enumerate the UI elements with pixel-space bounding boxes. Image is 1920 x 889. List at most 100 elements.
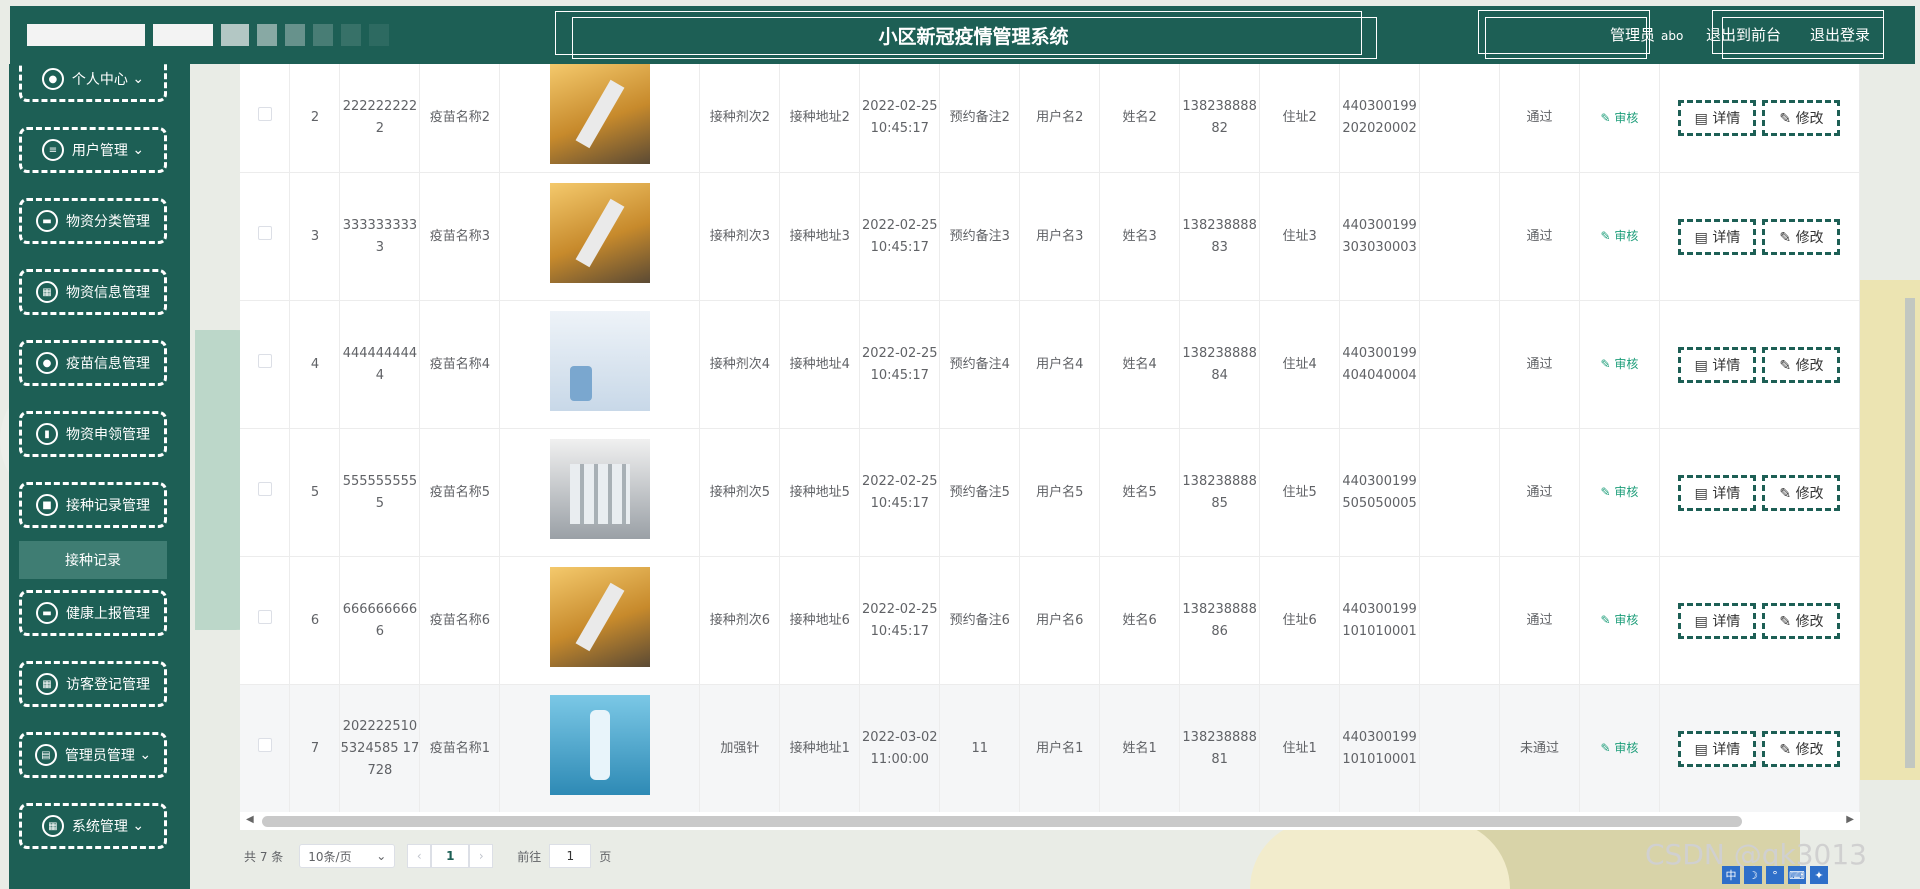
real-name: 姓名6 [1099, 556, 1181, 685]
empty-cell [1419, 64, 1501, 173]
sidebar-item-health-report[interactable]: ▬ 健康上报管理 [19, 590, 167, 636]
document-icon: ▤ [1694, 357, 1708, 374]
goto-prefix: 前往 [517, 849, 542, 864]
row-checkbox[interactable] [257, 737, 272, 752]
edit-button[interactable]: ✎ 修改 [1762, 100, 1841, 136]
table-row: 7 2022225105324585 17728 疫苗名称1 加强针 接种地址1… [240, 684, 1861, 813]
edit-button[interactable]: ✎ 修改 [1762, 218, 1841, 255]
user-info: 管理员 abo [1610, 24, 1683, 45]
chat-icon: ▬ [36, 602, 58, 624]
horizontal-scrollbar[interactable]: ◀ ▶ [240, 812, 1860, 830]
detail-button[interactable]: ▤ 详情 [1678, 100, 1757, 136]
real-name: 姓名3 [1099, 172, 1181, 301]
audit-status: 通过 [1499, 428, 1580, 557]
detail-label: 详情 [1712, 229, 1741, 246]
submenu-vaccination-record[interactable]: 接种记录 [19, 541, 167, 579]
background-shape [1250, 820, 1510, 889]
audit-status: 通过 [1499, 300, 1580, 429]
chevron-down-icon: ⌄ [132, 142, 145, 158]
tray-dot-icon[interactable]: ° [1766, 866, 1784, 884]
sidebar-item-material-category[interactable]: ▬ 物资分类管理 [19, 198, 167, 244]
vaccination-site: 接种地址5 [779, 428, 861, 557]
edit-button[interactable]: ✎ 修改 [1762, 346, 1841, 383]
sidebar-item-material-apply[interactable]: ▮ 物资申领管理 [19, 411, 167, 457]
row-checkbox[interactable] [257, 225, 272, 240]
edit-button[interactable]: ✎ 修改 [1762, 602, 1841, 639]
audit-button[interactable]: ✎ 审核 [1601, 229, 1639, 243]
detail-button[interactable]: ▤ 详情 [1678, 474, 1757, 511]
detail-button[interactable]: ▤ 详情 [1678, 602, 1757, 639]
tray-keyboard-icon[interactable]: ⌨ [1788, 866, 1806, 884]
scroll-left-icon[interactable]: ◀ [246, 814, 254, 825]
sidebar-item-admin-management[interactable]: ▤ 管理员管理 ⌄ [19, 732, 167, 778]
vaccination-site: 接种地址6 [779, 556, 861, 685]
logout-link[interactable]: 退出登录 [1810, 24, 1870, 45]
sidebar-item-label: 用户管理 [71, 143, 128, 159]
sidebar-item-user-management[interactable]: ≡ 用户管理 ⌄ [19, 127, 167, 173]
address: 住址5 [1259, 428, 1341, 557]
detail-button[interactable]: ▤ 详情 [1678, 346, 1757, 383]
next-page-button[interactable]: › [469, 844, 494, 868]
edit-icon: ✎ [1600, 357, 1611, 371]
vaccine-image [549, 438, 650, 539]
tray-moon-icon[interactable]: ☽ [1744, 866, 1762, 884]
sidebar-item-vaccine-info[interactable]: ● 疫苗信息管理 [19, 340, 167, 386]
audit-button[interactable]: ✎ 审核 [1601, 111, 1639, 125]
edit-icon: ✎ [1600, 613, 1611, 627]
audit-button[interactable]: ✎ 审核 [1601, 741, 1639, 755]
edit-button[interactable]: ✎ 修改 [1762, 474, 1841, 511]
sidebar-item-label: 个人中心 [71, 72, 128, 88]
row-checkbox[interactable] [257, 481, 272, 496]
sidebar-item-label: 疫苗信息管理 [66, 356, 150, 372]
edit-button[interactable]: ✎ 修改 [1762, 730, 1841, 767]
prev-page-button[interactable]: ‹ [407, 844, 432, 868]
vertical-scrollbar[interactable] [1905, 298, 1915, 768]
phone: 13823888882 [1179, 64, 1261, 173]
vaccine-name: 疫苗名称1 [419, 684, 501, 813]
audit-button[interactable]: ✎ 审核 [1601, 485, 1639, 499]
grid-icon: ▦ [36, 673, 58, 695]
tray-ime-icon[interactable]: 中 [1722, 866, 1740, 884]
page-size-select[interactable]: 10条/页 ⌄ [299, 844, 396, 868]
audit-button[interactable]: ✎ 审核 [1601, 357, 1639, 371]
audit-label: 审核 [1614, 741, 1639, 755]
chevron-down-icon: ⌄ [139, 747, 152, 763]
vaccination-time: 2022-02-25 10:45:17 [859, 428, 941, 557]
empty-cell [1419, 428, 1501, 557]
scroll-right-icon[interactable]: ▶ [1846, 814, 1854, 825]
sidebar-item-personal-center[interactable]: ● 个人中心 ⌄ [19, 64, 167, 102]
vaccination-time: 2022-02-25 10:45:17 [859, 556, 941, 685]
real-name: 姓名2 [1099, 64, 1181, 173]
camera-icon: ■ [36, 494, 58, 516]
tray-settings-icon[interactable]: ✦ [1810, 866, 1828, 884]
sidebar-item-vaccination-record[interactable]: ■ 接种记录管理 [19, 482, 167, 528]
goto-page-input[interactable]: 1 [549, 844, 592, 868]
sidebar-item-system-management[interactable]: ▦ 系统管理 ⌄ [19, 803, 167, 849]
username-cell: 用户名6 [1019, 556, 1101, 685]
exit-to-front-link[interactable]: 退出到前台 [1706, 24, 1781, 45]
sidebar-item-label: 管理员管理 [64, 748, 135, 764]
table-row: 4 4444444444 疫苗名称4 接种剂次4 接种地址4 2022-02-2… [240, 300, 1861, 429]
scrollbar-thumb[interactable] [262, 816, 1742, 827]
sidebar-item-material-info[interactable]: ▦ 物资信息管理 [19, 269, 167, 315]
audit-status: 通过 [1499, 172, 1580, 301]
sidebar-item-visitor-registration[interactable]: ▦ 访客登记管理 [19, 661, 167, 707]
booking-note: 11 [939, 684, 1021, 813]
vaccination-site: 接种地址1 [779, 684, 861, 813]
audit-button[interactable]: ✎ 审核 [1601, 613, 1639, 627]
row-index: 3 [289, 172, 341, 301]
chevron-down-icon: ⌄ [132, 818, 145, 834]
dose: 接种剂次4 [699, 300, 781, 429]
detail-button[interactable]: ▤ 详情 [1678, 730, 1757, 767]
address: 住址3 [1259, 172, 1341, 301]
address: 住址6 [1259, 556, 1341, 685]
row-checkbox[interactable] [257, 609, 272, 624]
edit-icon: ✎ [1600, 229, 1611, 243]
current-page[interactable]: 1 [431, 844, 470, 868]
grid-icon: ▦ [36, 281, 58, 303]
row-checkbox[interactable] [257, 107, 272, 121]
grid-icon: ▦ [41, 815, 64, 837]
edit-icon: ✎ [1779, 485, 1792, 502]
detail-button[interactable]: ▤ 详情 [1678, 218, 1757, 255]
row-checkbox[interactable] [257, 353, 272, 368]
